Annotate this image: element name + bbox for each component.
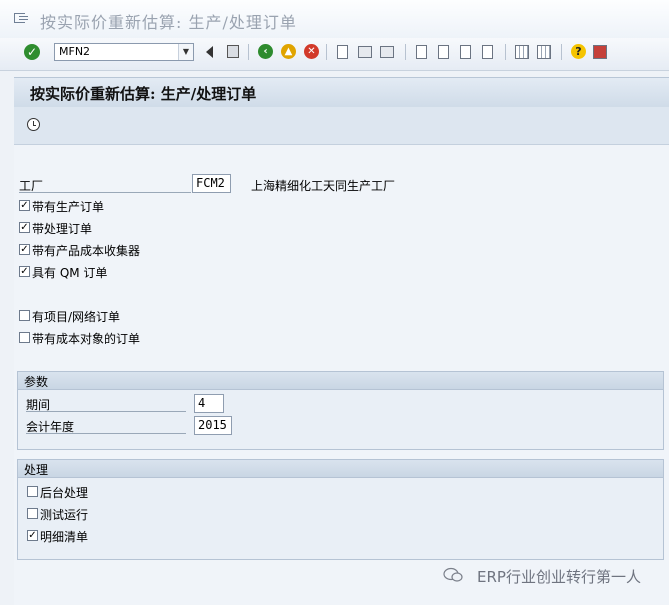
fiscal-year-input[interactable]: 2015: [194, 416, 232, 435]
previous-page-icon[interactable]: [438, 45, 449, 59]
first-page-icon[interactable]: [416, 45, 427, 59]
checkbox-label: 明细清单: [40, 530, 89, 544]
checkbox-label: 具有 QM 订单: [32, 266, 108, 280]
execute-icon[interactable]: [27, 118, 40, 131]
group-header: 处理: [18, 460, 663, 478]
plant-input[interactable]: FCM2: [192, 174, 231, 193]
checkbox[interactable]: [19, 310, 30, 321]
processing-group: 处理 后台处理 测试运行 ✓ 明细清单: [17, 459, 664, 560]
application-toolbar: [14, 107, 669, 145]
toolbar-separator: [561, 44, 562, 60]
menu-icon[interactable]: [14, 13, 28, 23]
cancel-icon[interactable]: ✕: [304, 44, 319, 59]
last-page-icon[interactable]: [482, 45, 493, 59]
window-title: 按实际价重新估算: 生产/处理订单: [40, 13, 297, 32]
group-header: 参数: [18, 372, 663, 390]
checkbox-label: 测试运行: [40, 508, 89, 522]
checkbox-label: 有项目/网络订单: [32, 310, 121, 324]
checkbox[interactable]: ✓: [19, 222, 30, 233]
checkbox[interactable]: ✓: [27, 530, 38, 541]
help-icon[interactable]: ?: [571, 44, 586, 59]
find-next-icon[interactable]: [380, 46, 394, 58]
toolbar-separator: [326, 44, 327, 60]
checkbox-label: 带有生产订单: [32, 200, 105, 214]
create-session-icon[interactable]: [515, 45, 529, 59]
checkbox[interactable]: ✓: [19, 244, 30, 255]
application-header: 按实际价重新估算: 生产/处理订单: [14, 77, 669, 108]
plant-description: 上海精细化工天同生产工厂: [251, 179, 396, 193]
back-arrow-icon[interactable]: [206, 46, 213, 58]
group-title: 参数: [24, 375, 49, 389]
checkbox[interactable]: [27, 486, 38, 497]
checkbox-label: 后台处理: [40, 486, 89, 500]
exit-icon[interactable]: ▲: [281, 44, 296, 59]
checkbox[interactable]: [19, 332, 30, 343]
fiscal-year-label: 会计年度: [26, 418, 186, 434]
checkbox-label: 带有产品成本收集器: [32, 244, 141, 258]
period-label: 期间: [26, 396, 186, 412]
command-field-value: MFN2: [59, 45, 91, 58]
watermark-text: ERP行业创业转行第一人: [477, 568, 641, 586]
checkbox[interactable]: ✓: [19, 266, 30, 277]
toolbar-separator: [505, 44, 506, 60]
layout-menu-icon[interactable]: [593, 45, 607, 59]
chevron-down-icon[interactable]: ▼: [178, 44, 193, 60]
next-page-icon[interactable]: [460, 45, 471, 59]
toolbar-separator: [405, 44, 406, 60]
checkbox[interactable]: [27, 508, 38, 519]
wechat-icon: [443, 567, 463, 582]
toolbar-separator: [248, 44, 249, 60]
period-input[interactable]: 4: [194, 394, 224, 413]
selection-screen: 工厂 FCM2 上海精细化工天同生产工厂 ✓ 带有生产订单 ✓ 带处理订单 ✓ …: [14, 145, 669, 605]
shortcut-icon[interactable]: [537, 45, 551, 59]
checkbox[interactable]: ✓: [19, 200, 30, 211]
command-field[interactable]: MFN2 ▼: [54, 43, 194, 61]
parameters-group: 参数 期间 4 会计年度 2015: [17, 371, 664, 450]
group-title: 处理: [24, 463, 49, 477]
find-icon[interactable]: [358, 46, 372, 58]
back-icon[interactable]: ‹: [258, 44, 273, 59]
print-icon[interactable]: [337, 45, 348, 59]
checkbox-label: 带有成本对象的订单: [32, 332, 141, 346]
title-bar: 按实际价重新估算: 生产/处理订单: [0, 0, 669, 39]
plant-label: 工厂: [19, 177, 191, 193]
checkbox-label: 带处理订单: [32, 222, 93, 236]
save-icon[interactable]: [227, 45, 239, 58]
enter-icon[interactable]: ✓: [24, 44, 40, 60]
page-title: 按实际价重新估算: 生产/处理订单: [30, 85, 257, 103]
